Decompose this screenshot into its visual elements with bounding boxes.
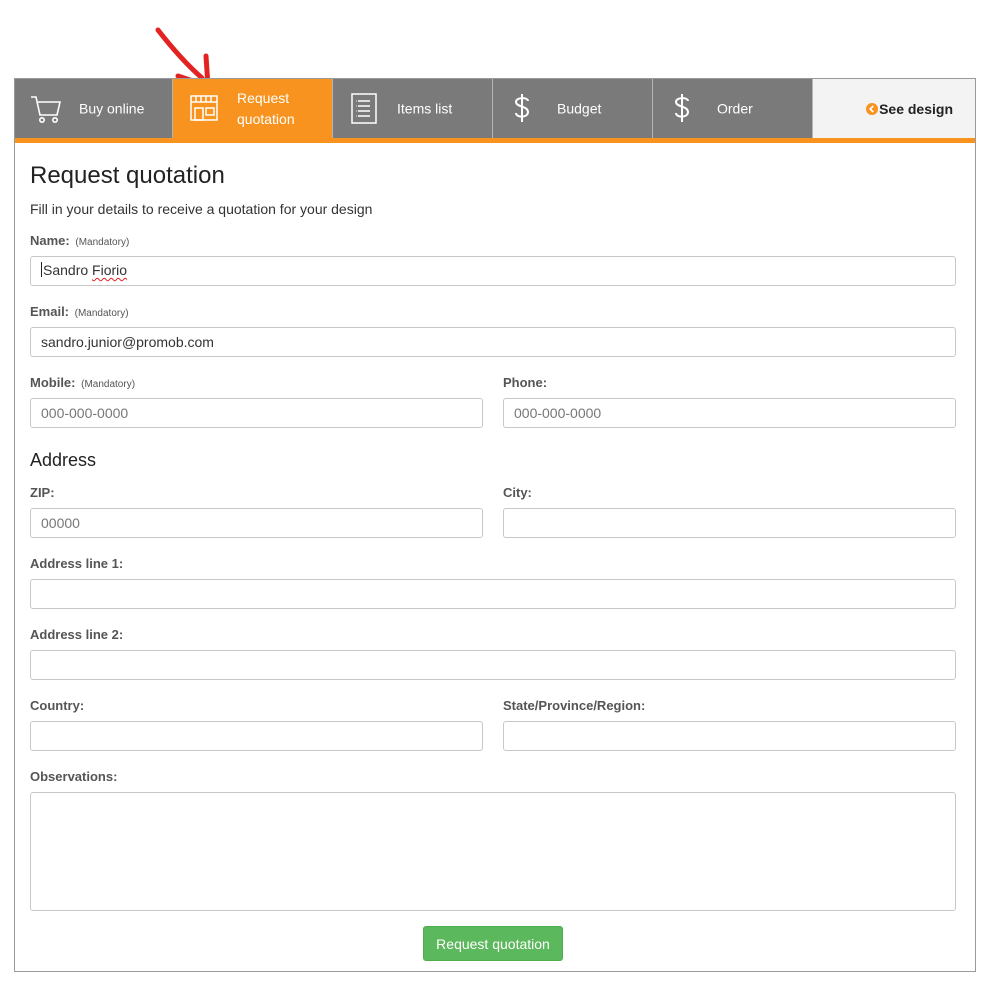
tab-label: Buy online: [79, 100, 145, 116]
name-label: Name: (Mandatory): [30, 233, 130, 248]
country-label: Country:: [30, 698, 85, 713]
dollar-icon: [674, 94, 690, 122]
tab-label: Items list: [397, 100, 453, 116]
email-input[interactable]: [30, 327, 956, 357]
city-label: City:: [503, 485, 532, 500]
step-tabs: Buy online Request quotation Items list: [15, 78, 975, 143]
state-label: State/Province/Region:: [503, 698, 646, 713]
zip-label: ZIP:: [30, 485, 55, 500]
tab-label: Request quotation: [237, 88, 295, 130]
country-input[interactable]: [30, 721, 483, 751]
storefront-icon: [190, 95, 218, 121]
address-line-1-input[interactable]: [30, 579, 956, 609]
address-heading: Address: [30, 450, 97, 470]
request-quotation-button[interactable]: Request quotation: [423, 926, 563, 961]
tab-items-list[interactable]: Items list: [333, 79, 493, 138]
name-input[interactable]: [30, 256, 956, 286]
dollar-icon: [514, 94, 530, 122]
tab-label-line1: Request: [237, 89, 290, 106]
cart-icon: [31, 96, 62, 123]
list-document-icon: [351, 93, 377, 124]
tab-budget[interactable]: Budget: [493, 79, 653, 138]
address-line-2-label: Address line 2:: [30, 627, 124, 642]
tab-order[interactable]: Order: [653, 79, 813, 138]
mandatory-note: (Mandatory): [75, 237, 130, 248]
tab-label: Order: [717, 100, 753, 116]
state-input[interactable]: [503, 721, 956, 751]
phone-label: Phone:: [503, 375, 548, 390]
address-line-2-input[interactable]: [30, 650, 956, 680]
mobile-label: Mobile: (Mandatory): [30, 375, 136, 390]
city-input[interactable]: [503, 508, 956, 538]
tabbar-accent-line: [15, 138, 975, 143]
page-title: Request quotation: [30, 162, 225, 189]
phone-input[interactable]: [503, 398, 956, 428]
mobile-input[interactable]: [30, 398, 483, 428]
zip-input[interactable]: [30, 508, 483, 538]
tab-label: Budget: [557, 100, 602, 116]
email-label: Email: (Mandatory): [30, 304, 129, 319]
form-subtitle: Fill in your details to receive a quotat…: [30, 201, 373, 217]
tab-label-line2: quotation: [237, 110, 295, 127]
mandatory-note: (Mandatory): [81, 379, 136, 390]
mandatory-note: (Mandatory): [74, 308, 129, 319]
observations-label: Observations:: [30, 769, 118, 784]
tab-request-quotation[interactable]: Request quotation: [173, 79, 333, 138]
tab-buy-online[interactable]: Buy online: [15, 79, 173, 138]
quotation-panel: Buy online Request quotation Items list: [14, 78, 976, 972]
address-line-1-label: Address line 1:: [30, 556, 124, 571]
see-design-label: See design: [879, 100, 953, 117]
chevron-left-circle-icon: [866, 102, 879, 115]
observations-textarea[interactable]: [30, 792, 956, 911]
see-design-button[interactable]: See design: [813, 79, 975, 138]
